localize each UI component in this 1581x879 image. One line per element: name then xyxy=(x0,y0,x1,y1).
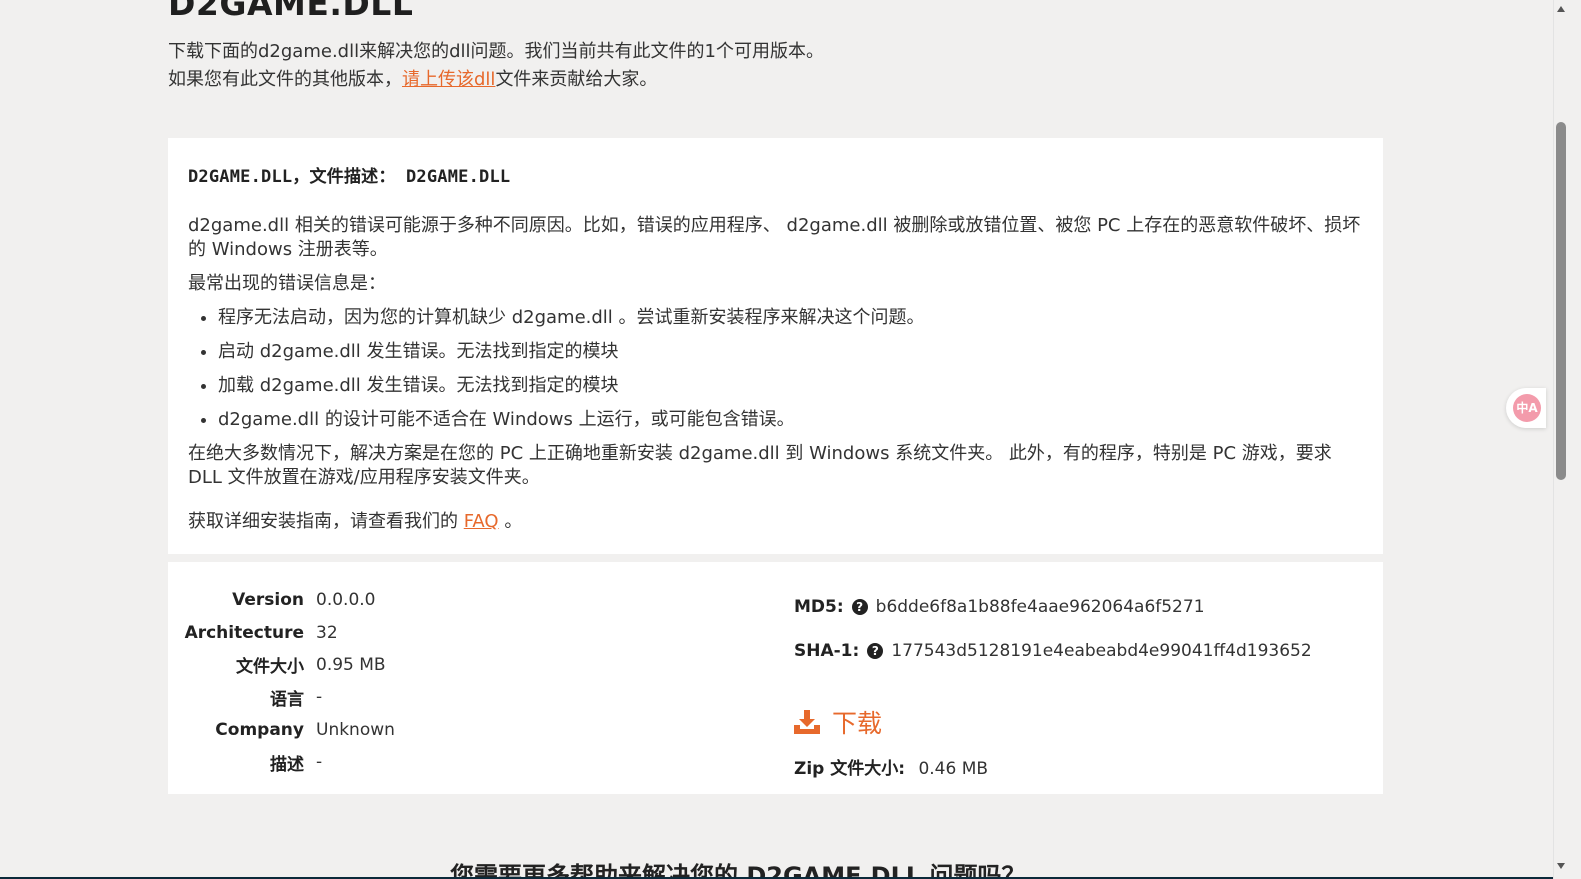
intro-line-1: 下载下面的d2game.dll来解决您的dll问题。我们当前共有此文件的1个可用… xyxy=(168,41,824,62)
faq-link[interactable]: FAQ xyxy=(464,511,499,532)
info-value: 32 xyxy=(316,622,338,643)
upload-dll-link[interactable]: 请上传该dll xyxy=(402,69,495,90)
page-title: D2GAME.DLL xyxy=(168,0,414,23)
description-para-2: 最常出现的错误信息是： xyxy=(188,273,386,294)
translate-icon: 中A xyxy=(1513,394,1541,422)
error-item: d2game.dll 的设计可能不适合在 Windows 上运行，或可能包含错误… xyxy=(218,408,1368,432)
info-row-version: Version 0.0.0.0 xyxy=(168,584,728,616)
faq-line: 获取详细安装指南，请查看我们的 FAQ 。 xyxy=(188,510,1368,534)
scrollbar-thumb[interactable] xyxy=(1556,122,1566,480)
description-para-1: d2game.dll 相关的错误可能源于多种不同原因。比如，错误的应用程序、 d… xyxy=(188,215,1361,260)
intro-line-2-suffix: 文件来贡献给大家。 xyxy=(495,69,658,90)
scroll-down-arrow-icon[interactable] xyxy=(1557,863,1565,869)
zip-size-row: Zip 文件大小: 0.46 MB xyxy=(794,754,1312,779)
download-label: 下载 xyxy=(832,709,883,738)
md5-row: MD5: ? b6dde6f8a1b88fe4aae962064a6f5271 xyxy=(794,592,1312,622)
info-value: - xyxy=(316,752,323,773)
info-label: 文件大小 xyxy=(236,657,304,678)
intro-line-2: 如果您有此文件的其他版本，请上传该dll文件来贡献给大家。 xyxy=(168,66,824,94)
info-row-architecture: Architecture 32 xyxy=(168,616,728,648)
zip-size-value: 0.46 MB xyxy=(918,759,989,779)
help-heading: 您需要更多帮助来解决您的 D2GAME.DLL 问题吗？ xyxy=(450,862,1026,879)
sha1-label: SHA-1: xyxy=(794,641,860,661)
error-item: 启动 d2game.dll 发生错误。无法找到指定的模块 xyxy=(218,340,1368,364)
info-row-file-size: 文件大小 0.95 MB xyxy=(168,649,728,681)
info-row-description: 描述 - xyxy=(168,746,728,778)
description-body: d2game.dll 相关的错误可能源于多种不同原因。比如，错误的应用程序、 d… xyxy=(188,214,1368,544)
description-card: D2GAME.DLL，文件描述： D2GAME.DLL d2game.dll 相… xyxy=(168,138,1383,554)
download-icon xyxy=(794,710,820,734)
download-button[interactable]: 下载 xyxy=(794,704,1312,740)
hash-and-download: MD5: ? b6dde6f8a1b88fe4aae962064a6f5271 … xyxy=(794,592,1312,779)
question-circle-icon[interactable]: ? xyxy=(851,599,868,615)
intro-line-2-prefix: 如果您有此文件的其他版本， xyxy=(168,69,402,90)
file-info-card: Version 0.0.0.0 Architecture 32 文件大小 0.9… xyxy=(168,562,1383,794)
faq-prefix: 获取详细安装指南，请查看我们的 xyxy=(188,511,458,532)
question-circle-icon[interactable]: ? xyxy=(867,643,884,659)
sha1-value: 177543d5128191e4eabeabd4e99041ff4d193652 xyxy=(891,641,1312,661)
info-label: 描述 xyxy=(270,754,304,775)
info-label: Company xyxy=(215,719,304,740)
info-value: 0.95 MB xyxy=(316,654,386,675)
scroll-up-arrow-icon[interactable] xyxy=(1557,6,1565,12)
info-value: - xyxy=(316,687,323,708)
vertical-scrollbar[interactable] xyxy=(1553,0,1569,879)
md5-value: b6dde6f8a1b88fe4aae962064a6f5271 xyxy=(875,597,1205,617)
error-item: 程序无法启动，因为您的计算机缺少 d2game.dll 。尝试重新安装程序来解决… xyxy=(218,306,1368,330)
error-item: 加载 d2game.dll 发生错误。无法找到指定的模块 xyxy=(218,374,1368,398)
description-para-3: 在绝大多数情况下，解决方案是在您的 PC 上正确地重新安装 d2game.dll… xyxy=(188,443,1332,488)
info-row-language: 语言 - xyxy=(168,681,728,713)
info-label: Version xyxy=(232,590,304,611)
faq-suffix: 。 xyxy=(504,511,523,532)
translate-button[interactable]: 中A xyxy=(1506,388,1546,428)
info-label: 语言 xyxy=(270,689,304,710)
md5-label: MD5: xyxy=(794,597,844,617)
sha1-row: SHA-1: ? 177543d5128191e4eabeabd4e99041f… xyxy=(794,636,1312,666)
description-heading: D2GAME.DLL，文件描述： D2GAME.DLL xyxy=(188,167,511,187)
info-value: 0.0.0.0 xyxy=(316,590,376,611)
error-list: 程序无法启动，因为您的计算机缺少 d2game.dll 。尝试重新安装程序来解决… xyxy=(188,306,1368,432)
info-row-company: Company Unknown xyxy=(168,714,728,746)
file-properties: Version 0.0.0.0 Architecture 32 文件大小 0.9… xyxy=(168,584,728,778)
page: D2GAME.DLL 下载下面的d2game.dll来解决您的dll问题。我们当… xyxy=(0,0,1553,879)
intro-text: 下载下面的d2game.dll来解决您的dll问题。我们当前共有此文件的1个可用… xyxy=(168,38,824,94)
info-label: Architecture xyxy=(184,622,304,643)
info-value: Unknown xyxy=(316,719,395,740)
zip-size-label: Zip 文件大小: xyxy=(794,759,906,779)
